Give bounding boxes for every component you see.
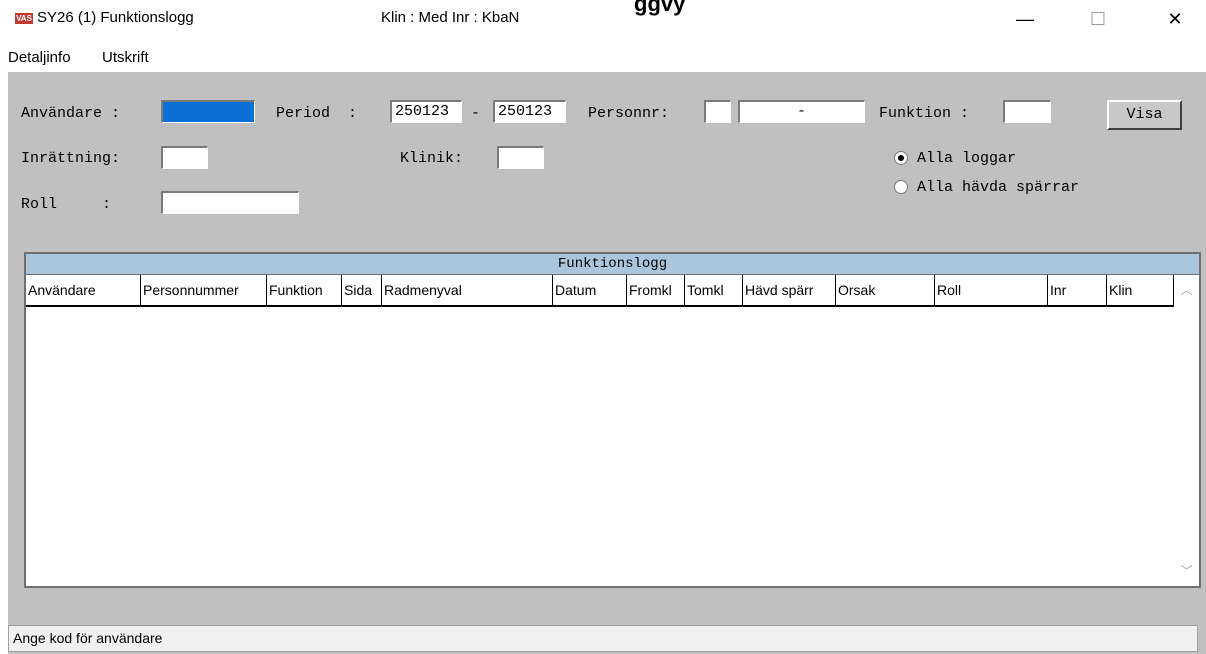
- grid-body[interactable]: [26, 307, 1174, 586]
- period-from-input[interactable]: 250123: [390, 100, 462, 123]
- personnr-label: Personnr:: [588, 105, 670, 122]
- col-header-orsak[interactable]: Orsak: [836, 275, 935, 305]
- radio-all-logs[interactable]: [894, 151, 908, 165]
- maximize-button[interactable]: ☐: [1075, 3, 1121, 35]
- window-caption-fragment: ggvy: [634, 0, 686, 16]
- personnr-prefix-input[interactable]: [704, 100, 731, 123]
- col-header-havd-sparr[interactable]: Hävd spärr: [743, 275, 836, 305]
- anvandare-label: Användare :: [21, 105, 121, 122]
- visa-button[interactable]: Visa: [1107, 100, 1182, 130]
- app-icon: VAS: [15, 13, 33, 24]
- period-separator: -: [471, 105, 481, 122]
- klinik-input[interactable]: [497, 146, 544, 169]
- grid-title: Funktionslogg: [26, 254, 1199, 275]
- scroll-up-icon[interactable]: ︿: [1174, 280, 1199, 300]
- anvandare-input[interactable]: [161, 100, 255, 123]
- inrattning-label: Inrättning:: [21, 150, 121, 167]
- funktionslogg-grid: Funktionslogg Användare Personnummer Fun…: [24, 252, 1201, 588]
- grid-scrollbar[interactable]: ︿ ﹀: [1174, 275, 1199, 586]
- radio-all-logs-label: Alla loggar: [917, 150, 1017, 167]
- title-bar[interactable]: VAS SY26 (1) Funktionslogg Klin : Med In…: [0, 0, 1206, 40]
- roll-input[interactable]: [161, 191, 299, 214]
- klinik-label: Klinik:: [400, 150, 464, 167]
- status-bar: Ange kod för användare: [8, 625, 1198, 652]
- inrattning-input[interactable]: [161, 146, 208, 169]
- radio-all-locks-label: Alla hävda spärrar: [917, 179, 1080, 196]
- col-header-anvandare[interactable]: Användare: [26, 275, 141, 305]
- menu-bar: Detaljinfo Utskrift: [0, 40, 1206, 72]
- period-to-input[interactable]: 250123: [493, 100, 566, 123]
- window-context: Klin : Med Inr : KbaN: [381, 9, 520, 26]
- period-label: Period :: [276, 105, 358, 122]
- window-title: SY26 (1) Funktionslogg: [37, 9, 194, 26]
- funktion-input[interactable]: [1003, 100, 1051, 123]
- grid-header: Användare Personnummer Funktion Sida Rad…: [26, 275, 1174, 307]
- col-header-tomkl[interactable]: Tomkl: [685, 275, 743, 305]
- menu-utskrift[interactable]: Utskrift: [102, 49, 149, 66]
- minimize-button[interactable]: —: [1002, 3, 1048, 35]
- close-button[interactable]: ✕: [1152, 3, 1198, 35]
- col-header-klin[interactable]: Klin: [1107, 275, 1174, 305]
- scroll-down-icon[interactable]: ﹀: [1174, 561, 1199, 581]
- col-header-datum[interactable]: Datum: [553, 275, 627, 305]
- roll-label: Roll :: [21, 196, 112, 213]
- radio-all-locks[interactable]: [894, 180, 908, 194]
- col-header-sida[interactable]: Sida: [342, 275, 382, 305]
- col-header-roll[interactable]: Roll: [935, 275, 1048, 305]
- personnr-input[interactable]: -: [738, 100, 865, 123]
- funktion-label: Funktion :: [879, 105, 970, 122]
- col-header-inr[interactable]: Inr: [1048, 275, 1107, 305]
- status-message: Ange kod för användare: [13, 630, 163, 646]
- col-header-personnummer[interactable]: Personnummer: [141, 275, 267, 305]
- col-header-funktion[interactable]: Funktion: [267, 275, 342, 305]
- col-header-radmenyval[interactable]: Radmenyval: [382, 275, 553, 305]
- col-header-fromkl[interactable]: Fromkl: [627, 275, 685, 305]
- menu-detaljinfo[interactable]: Detaljinfo: [8, 49, 71, 66]
